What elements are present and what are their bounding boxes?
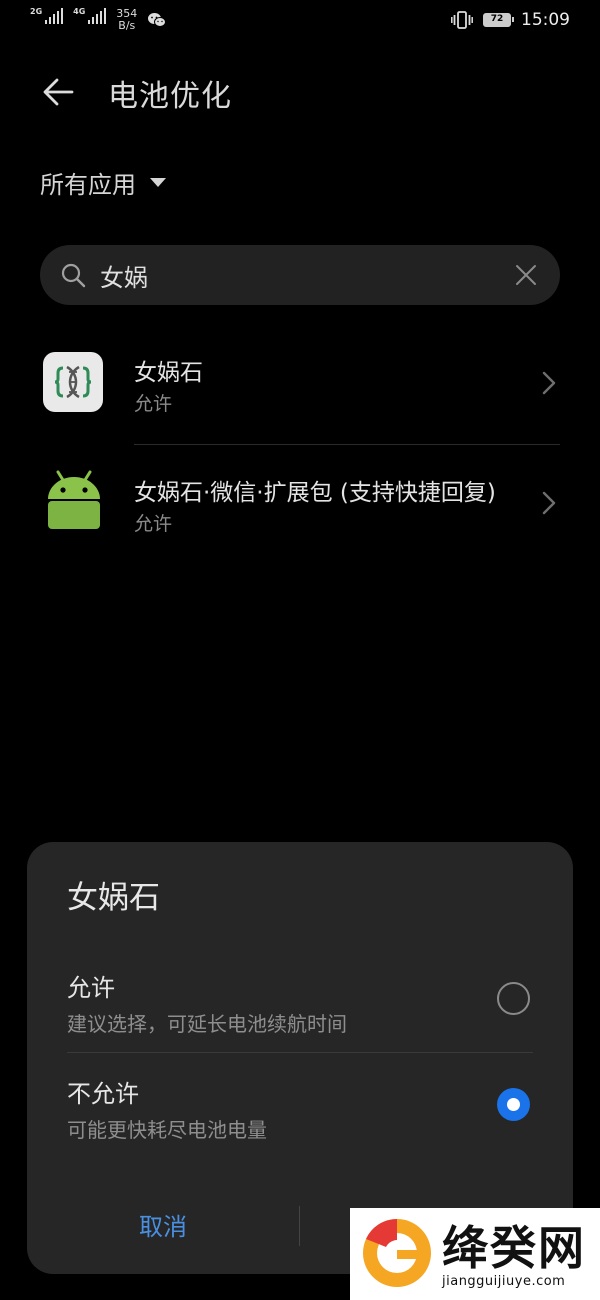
option-label: 允许 [67, 974, 115, 1002]
option-disallow[interactable]: 不允许 可能更快耗尽电池电量 [27, 1074, 573, 1174]
clear-search-button[interactable] [514, 263, 538, 287]
app-filter-dropdown[interactable]: 所有应用 [40, 165, 166, 200]
app-bar: 电池优化 [0, 60, 600, 120]
list-item[interactable]: 女娲石 允许 [0, 325, 600, 445]
radio-disallow[interactable] [497, 1088, 530, 1121]
site-logo-icon [363, 1219, 431, 1287]
app-name: 女娲石·微信·扩展包 (支持快捷回复) [134, 480, 496, 506]
filter-label: 所有应用 [40, 171, 136, 199]
caret-down-icon [150, 178, 166, 187]
vibrate-icon [451, 11, 473, 29]
divider [67, 1052, 533, 1053]
battery-icon: 72 [483, 13, 514, 27]
net-speed-unit: B/s [118, 19, 136, 32]
app-list: 女娲石 允许 女娲石·微信·扩展包 (支持快捷回复) 允许 [0, 325, 600, 565]
sim1-label: 2G [30, 7, 43, 16]
dialog-title: 女娲石 [67, 880, 160, 916]
cancel-button[interactable]: 取消 [27, 1202, 299, 1252]
radio-allow[interactable] [497, 982, 530, 1015]
chevron-right-icon [542, 371, 556, 395]
page-title: 电池优化 [108, 79, 232, 114]
net-speed: 354 B/s [116, 8, 137, 32]
search-input[interactable] [100, 257, 480, 293]
option-allow[interactable]: 允许 建议选择，可延长电池续航时间 [27, 968, 573, 1068]
back-button[interactable] [38, 70, 82, 114]
option-description: 可能更快耗尽电池电量 [67, 1118, 267, 1142]
button-divider [299, 1206, 300, 1246]
watermark: 绛癸网 jiangguijiuye.com [350, 1208, 600, 1300]
search-bar [40, 245, 560, 305]
search-icon [61, 263, 86, 288]
option-label: 不允许 [67, 1080, 139, 1108]
sim2-label: 4G [73, 7, 86, 16]
dna-app-icon [43, 352, 103, 412]
clear-icon [516, 265, 536, 285]
android-icon [45, 469, 105, 529]
wechat-icon [148, 13, 167, 27]
app-status: 允许 [134, 513, 173, 535]
option-description: 建议选择，可延长电池续航时间 [67, 1012, 347, 1036]
status-bar: 2G 4G 354 B/s 72 15:09 [0, 0, 600, 42]
status-time: 15:09 [521, 10, 570, 30]
app-status: 允许 [134, 393, 173, 415]
list-item[interactable]: 女娲石·微信·扩展包 (支持快捷回复) 允许 [0, 445, 600, 565]
signal-4g-icon: 4G [73, 7, 107, 24]
chevron-right-icon [542, 491, 556, 515]
watermark-text: 绛癸网 [442, 1221, 586, 1275]
signal-2g-icon: 2G [30, 7, 64, 24]
watermark-url: jiangguijiuye.com [442, 1274, 566, 1289]
app-name: 女娲石 [134, 360, 203, 386]
arrow-left-icon [43, 78, 74, 106]
